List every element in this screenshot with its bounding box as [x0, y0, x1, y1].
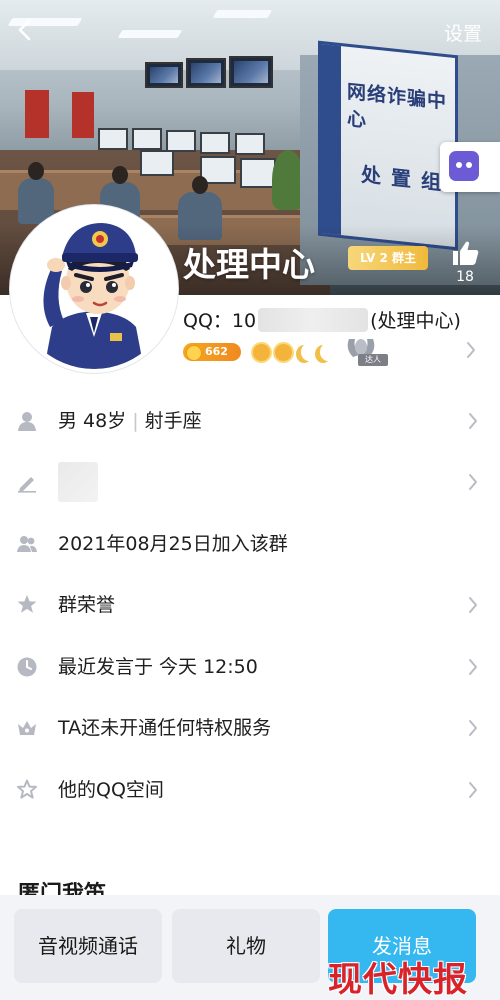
list-item-last-speak[interactable]: 最近发言于 今天 12:50 [0, 636, 500, 698]
monitor [98, 128, 128, 150]
wall-banner [25, 90, 49, 138]
crown-icon [18, 721, 36, 736]
ceiling-light [117, 30, 183, 38]
clock-icon [17, 657, 37, 677]
list-item-group-honor[interactable]: 群荣誉 [0, 575, 500, 637]
chevron-right-icon [469, 474, 477, 491]
monitor [166, 130, 196, 152]
wings-badge-icon: 达人 [343, 335, 389, 367]
level-badge: LV 2 群主 [348, 246, 428, 270]
redacted-qq-digits [258, 308, 369, 332]
list-item-privilege[interactable]: TA还未开通任何特权服务 [0, 698, 500, 760]
chevron-right-icon [469, 412, 477, 429]
qq-suffix: (处理中心) [370, 310, 461, 332]
profile-name: 处理中心 [183, 245, 315, 284]
qq-number[interactable]: QQ：10 (处理中心) [183, 306, 461, 333]
qq-prefix: QQ：10 [183, 310, 257, 332]
group-icon [17, 535, 37, 552]
person-icon [18, 411, 36, 431]
list-item-signature[interactable] [0, 452, 500, 514]
gender-age: 男 48岁 [58, 409, 127, 432]
gender-age-zodiac: 男 48岁 | 射手座 [58, 409, 202, 433]
group-honor-text: 群荣誉 [58, 594, 116, 617]
redacted-signature [58, 462, 98, 503]
video-call-button[interactable]: 音视频通话 [14, 909, 162, 983]
sign-stripe [321, 43, 341, 236]
thumbs-up-icon[interactable] [451, 240, 479, 266]
wall-banner [72, 92, 94, 138]
monitor [240, 158, 276, 188]
wall-screen [186, 58, 226, 88]
moon-icon [301, 343, 317, 361]
ceiling-light [212, 10, 273, 18]
wall-screen [145, 62, 183, 88]
sun-icon [253, 344, 270, 361]
list-item-basic-info[interactable]: 男 48岁 | 射手座 [0, 390, 500, 452]
qzone-text: 他的QQ空间 [58, 778, 164, 801]
divider: | [132, 409, 139, 432]
wings-tag: 达人 [358, 354, 388, 366]
chevron-right-icon [469, 658, 477, 675]
sign-text-line2: 处置组 [361, 162, 451, 196]
moon-icon [320, 343, 336, 361]
floating-assistant-widget[interactable] [440, 142, 500, 192]
last-speak-text: 最近发言于 今天 12:50 [58, 655, 258, 678]
monitor [132, 128, 162, 150]
pencil-icon [18, 477, 36, 493]
sun-icon [275, 344, 292, 361]
assistant-face-icon [449, 151, 479, 181]
list-item-join-date: 2021年08月25日加入该群 [0, 513, 500, 575]
star-badge-icon [17, 595, 37, 614]
chevron-right-icon [469, 597, 477, 614]
monitor [200, 132, 230, 154]
wall-screen [229, 56, 273, 88]
monitor [235, 133, 265, 155]
watermark-logo: 现代快报 [328, 960, 468, 1000]
chevron-right-icon [469, 781, 477, 798]
sign-text-line1: 网络诈骗中心 [347, 80, 448, 132]
gift-button[interactable]: 礼物 [172, 909, 320, 983]
avatar[interactable] [10, 205, 178, 373]
zodiac: 射手座 [144, 409, 202, 432]
like-count: 18 [456, 269, 474, 285]
chevron-right-icon [469, 720, 477, 737]
star-outline-icon [17, 779, 37, 799]
profile-info-list: 男 48岁 | 射手座 2021年08月25日加入该群 群荣誉 最近发言于 今天… [0, 390, 500, 821]
chevron-left-icon[interactable] [12, 16, 40, 44]
coin-badge: 662 [183, 343, 241, 361]
join-date-text: 2021年08月25日加入该群 [58, 532, 288, 555]
chevron-right-icon[interactable] [466, 341, 476, 359]
list-item-qzone[interactable]: 他的QQ空间 [0, 759, 500, 821]
privilege-text: TA还未开通任何特权服务 [58, 717, 272, 740]
monitor [140, 150, 174, 176]
center-sign: 网络诈骗中心 处置组 [318, 40, 458, 251]
group-member-profile: 网络诈骗中心 处置组 设置 处理中心 LV 2 群主 18 QQ：10 (处理中… [0, 0, 500, 1000]
police-cartoon-avatar [14, 209, 174, 369]
settings-button[interactable]: 设置 [444, 19, 482, 46]
